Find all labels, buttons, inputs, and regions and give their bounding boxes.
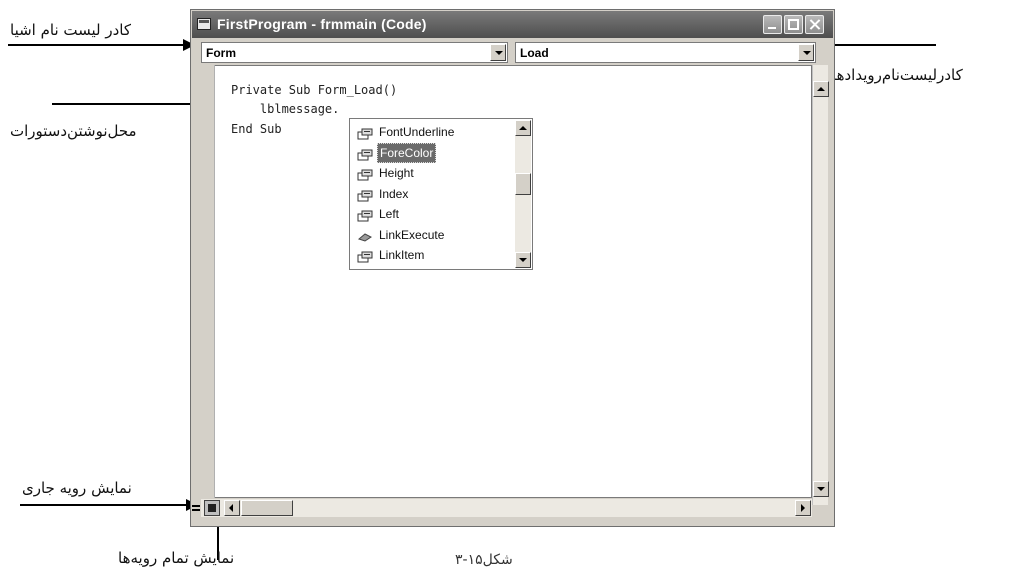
minimize-button[interactable]	[763, 15, 782, 34]
event-list-combo[interactable]: Load	[515, 42, 816, 63]
annotation-current-procedure: نمایش رویه جاری	[22, 479, 132, 497]
method-icon	[357, 229, 373, 242]
scroll-up-icon[interactable]	[515, 120, 531, 136]
scroll-thumb[interactable]	[515, 173, 531, 195]
object-list-combo[interactable]: Form	[201, 42, 508, 63]
property-icon	[357, 126, 373, 140]
maximize-button[interactable]	[784, 15, 803, 34]
annotation-all-procedures: نمایش تمام رویه‌ها	[118, 549, 235, 567]
property-icon	[357, 188, 373, 201]
pointer-line-code-area	[52, 103, 200, 105]
autocomplete-item-label: Left	[379, 207, 400, 221]
annotation-event-list: کادرلیست‌نام‌رویدادها	[832, 66, 963, 84]
horizontal-scroll-thumb[interactable]	[241, 500, 293, 516]
scroll-right-icon[interactable]	[795, 500, 811, 516]
autocomplete-item-label: Height	[379, 166, 414, 180]
autocomplete-item-label: FontUnderline	[379, 125, 455, 139]
autocomplete-item-label: LinkItem	[379, 248, 425, 262]
property-icon	[357, 167, 373, 181]
event-list-value: Load	[520, 46, 549, 60]
vertical-scrollbar[interactable]	[812, 65, 829, 505]
procedure-view-icon	[192, 505, 200, 507]
minimize-icon	[768, 27, 776, 29]
code-window-icon	[197, 18, 211, 30]
autocomplete-scrollbar[interactable]	[515, 120, 531, 268]
autocomplete-item-label: ForeColor	[377, 142, 437, 163]
autocomplete-item-label: LinkExecute	[379, 227, 445, 242]
autocomplete-item[interactable]: Left	[353, 204, 511, 224]
scroll-up-icon[interactable]	[813, 81, 829, 97]
margin-indicator-bar	[201, 65, 215, 498]
scroll-down-icon[interactable]	[515, 252, 531, 268]
autocomplete-item[interactable]: FontUnderline	[353, 122, 511, 142]
procedure-view-icon-stroke	[192, 509, 200, 511]
title-bar[interactable]: FirstProgram - frmmain (Code)	[192, 11, 833, 38]
autocomplete-item-label: Index	[379, 186, 409, 201]
annotation-object-list: کادر لیست نام اشیا	[10, 21, 132, 39]
autocomplete-item[interactable]: Height	[353, 163, 511, 183]
chevron-down-icon[interactable]	[798, 44, 814, 61]
pointer-line-event-list	[830, 44, 936, 46]
property-icon	[357, 208, 373, 222]
window-title: FirstProgram - frmmain (Code)	[217, 16, 427, 32]
full-module-view-button[interactable]	[204, 500, 220, 516]
property-icon	[357, 249, 373, 263]
autocomplete-item[interactable]: LinkExecute	[353, 225, 511, 245]
scroll-left-icon[interactable]	[224, 500, 240, 516]
code-line-1: Private Sub Form_Load()	[231, 83, 398, 97]
chevron-down-icon[interactable]	[490, 44, 506, 61]
property-icon	[357, 147, 373, 160]
autocomplete-item[interactable]: ForeColor	[353, 142, 511, 163]
maximize-icon	[788, 19, 799, 30]
close-button[interactable]	[805, 15, 824, 34]
code-line-2: lblmessage.	[231, 102, 340, 116]
annotation-code-area: محل‌نوشتن‌دستورات	[10, 122, 137, 140]
pointer-line-object-list	[8, 44, 185, 46]
horizontal-scrollbar[interactable]	[192, 499, 812, 517]
scroll-down-icon[interactable]	[813, 481, 829, 497]
autocomplete-item[interactable]: Index	[353, 184, 511, 204]
autocomplete-item[interactable]: LinkItem	[353, 245, 511, 265]
autocomplete-list[interactable]: FontUnderline ForeColor Height Index Left Lin…	[349, 118, 533, 270]
code-line-3: End Sub	[231, 122, 282, 136]
full-module-view-icon	[208, 504, 216, 512]
code-window: FirstProgram - frmmain (Code) Form Load …	[190, 9, 835, 527]
figure-caption: شکل۱۵-۳	[455, 552, 513, 568]
pointer-line-current-procedure	[20, 504, 188, 506]
object-list-value: Form	[206, 46, 236, 60]
procedure-view-button[interactable]	[191, 502, 202, 513]
